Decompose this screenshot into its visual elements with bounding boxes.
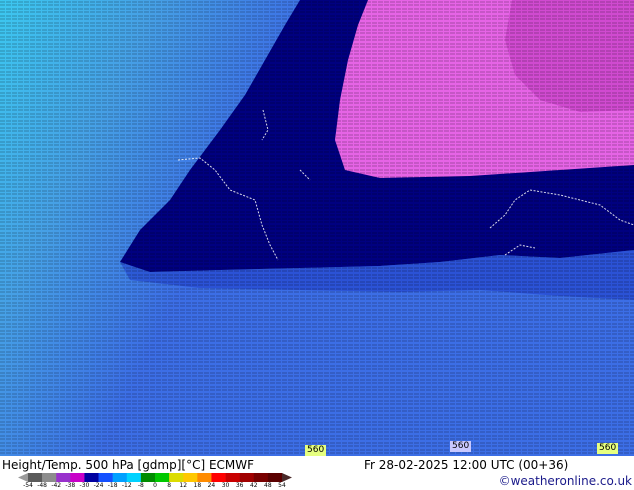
legend-band <box>112 473 128 482</box>
legend-tick-label: -30 <box>79 482 90 489</box>
legend-band <box>42 473 57 482</box>
legend-tick-label: 54 <box>278 482 286 489</box>
legend-arrow-left <box>18 473 28 482</box>
contour-label-560: 560 <box>450 441 472 452</box>
legend-tick-label: -12 <box>121 482 132 489</box>
weather-map-page: 560 560 560 Height/Temp. 500 hPa [gdmp][°C… <box>0 0 634 490</box>
color-scale-ticks: -54 -48 -42 -38 -30 -24 -18 -12 -8 0 8 12 18 24 30 36 42… <box>18 482 298 490</box>
contour-labels: 560 560 560 <box>0 0 634 456</box>
legend-band <box>267 473 283 482</box>
legend-band <box>56 473 71 482</box>
map-footer: Height/Temp. 500 hPa [gdmp][°C] ECMWF Fr… <box>0 456 634 490</box>
legend-tick-label: -38 <box>65 482 76 489</box>
legend-band <box>253 473 269 482</box>
legend-band <box>70 473 85 482</box>
map-title: Height/Temp. 500 hPa [gdmp][°C] ECMWF <box>2 458 255 472</box>
legend-band <box>225 473 240 482</box>
legend-band <box>169 473 184 482</box>
forecast-datetime: Fr 28-02-2025 12:00 UTC (00+36) <box>364 458 569 472</box>
legend-tick-label: 42 <box>249 482 258 489</box>
legend-band <box>239 473 255 482</box>
legend-tick-label: -18 <box>107 482 118 489</box>
legend-tick-label: 30 <box>221 482 230 489</box>
color-scale-legend <box>18 473 292 482</box>
legend-band <box>197 473 212 482</box>
credit-link[interactable]: ©weatheronline.co.uk <box>499 474 632 488</box>
legend-tick-label: -48 <box>37 482 48 489</box>
legend-tick-label: 24 <box>207 482 216 489</box>
legend-tick-label: 48 <box>264 482 272 489</box>
legend-band <box>183 473 198 482</box>
legend-band <box>211 473 226 482</box>
legend-band <box>28 473 43 482</box>
legend-tick-label: -24 <box>93 482 104 489</box>
legend-tick-label: -8 <box>137 482 144 489</box>
legend-tick-label: 12 <box>179 482 188 489</box>
legend-band <box>140 473 156 482</box>
legend-band <box>84 473 99 482</box>
legend-tick-label: -54 <box>23 482 33 489</box>
legend-tick-label: 18 <box>193 482 202 489</box>
legend-tick-label: 36 <box>235 482 244 489</box>
legend-band <box>126 473 142 482</box>
legend-arrow-right <box>282 473 292 482</box>
legend-tick-label: 8 <box>167 482 172 489</box>
contour-label-560: 560 <box>305 445 327 456</box>
legend-tick-label: 0 <box>153 482 157 489</box>
legend-band <box>98 473 113 482</box>
legend-tick-label: -42 <box>51 482 62 489</box>
legend-band <box>155 473 170 482</box>
contour-label-560: 560 <box>597 443 619 454</box>
